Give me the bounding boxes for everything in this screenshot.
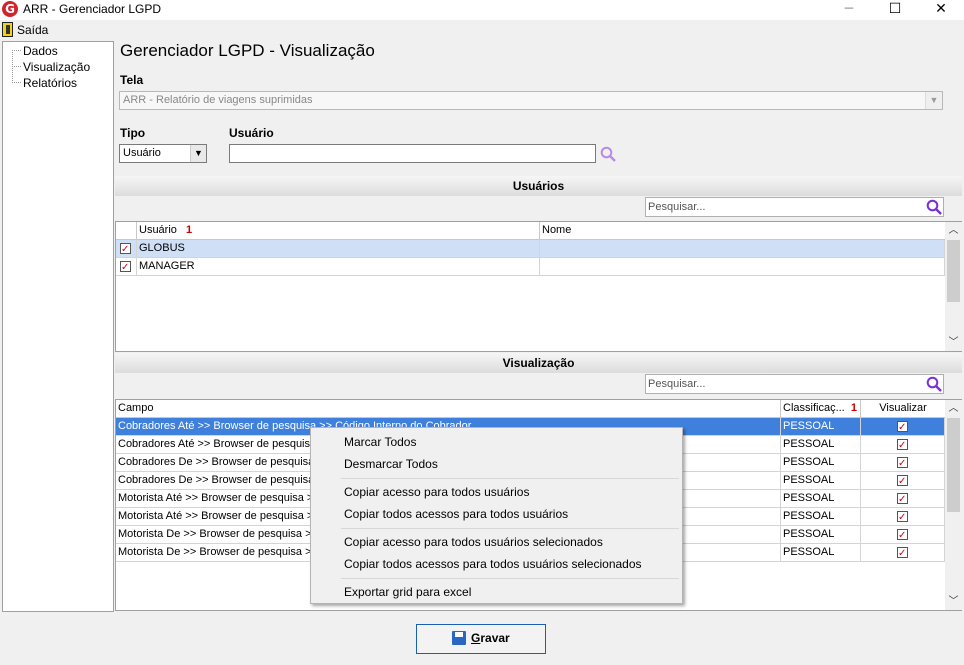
visualizacao-section-header: Visualização bbox=[115, 353, 962, 373]
scroll-thumb[interactable] bbox=[947, 240, 960, 302]
visualizar-checkbox[interactable] bbox=[897, 491, 908, 507]
column-header-visualizar[interactable]: Visualizar bbox=[861, 400, 945, 418]
visualizar-cell[interactable] bbox=[861, 454, 945, 472]
app-logo-icon: G bbox=[2, 1, 18, 17]
sort-indicator: 1 bbox=[185, 224, 193, 236]
close-button[interactable]: ✕ bbox=[918, 0, 964, 20]
classificacao-cell[interactable]: PESSOAL bbox=[781, 508, 861, 526]
column-header-label: Classificaç... bbox=[783, 402, 845, 414]
visualizar-checkbox[interactable] bbox=[897, 545, 908, 561]
visualizar-checkbox[interactable] bbox=[897, 473, 908, 489]
users-search-placeholder: Pesquisar... bbox=[648, 201, 706, 213]
users-search-input[interactable]: Pesquisar... bbox=[645, 197, 944, 217]
scroll-down-arrow-icon[interactable]: ﹀ bbox=[945, 593, 962, 610]
save-button-label: Gravar bbox=[471, 631, 510, 645]
usuario-cell[interactable]: MANAGER bbox=[137, 258, 540, 276]
menu-item-saida[interactable]: Saída bbox=[17, 23, 48, 37]
column-header-label: Usuário bbox=[139, 224, 177, 236]
menu-separator bbox=[341, 478, 679, 479]
nome-cell[interactable] bbox=[540, 240, 945, 258]
tela-label: Tela bbox=[120, 73, 144, 87]
users-grid: Usuário 1 Nome GLOBUS MANAGER ︿ ﹀ bbox=[115, 221, 962, 352]
classificacao-cell[interactable]: PESSOAL bbox=[781, 418, 861, 436]
classificacao-cell[interactable]: PESSOAL bbox=[781, 436, 861, 454]
tree-connector bbox=[12, 82, 21, 83]
menu-separator bbox=[341, 528, 679, 529]
search-icon[interactable] bbox=[600, 146, 616, 162]
visualizar-cell[interactable] bbox=[861, 490, 945, 508]
menu-item-desmarcar-todos[interactable]: Desmarcar Todos bbox=[344, 457, 438, 471]
scroll-up-arrow-icon[interactable]: ︿ bbox=[945, 222, 962, 239]
floppy-disk-icon bbox=[452, 631, 466, 645]
column-header-usuario[interactable]: Usuário 1 bbox=[137, 222, 540, 240]
column-header-classificacao[interactable]: Classificaç... 1 bbox=[781, 400, 861, 418]
visualizar-cell[interactable] bbox=[861, 526, 945, 544]
grid-header-check bbox=[116, 222, 137, 240]
column-header-campo[interactable]: Campo bbox=[116, 400, 781, 418]
navigation-tree: Dados Visualização Relatórios bbox=[2, 41, 114, 612]
classificacao-cell[interactable]: PESSOAL bbox=[781, 526, 861, 544]
tree-connector bbox=[12, 50, 21, 51]
maximize-button[interactable]: ☐ bbox=[872, 0, 918, 20]
nome-cell[interactable] bbox=[540, 258, 945, 276]
menu-bar bbox=[0, 20, 964, 40]
menu-item-copiar-todos-acessos-todos[interactable]: Copiar todos acessos para todos usuários bbox=[344, 507, 568, 521]
visualizar-cell[interactable] bbox=[861, 472, 945, 490]
visualizacao-search-input[interactable]: Pesquisar... bbox=[645, 374, 944, 394]
chevron-down-icon[interactable]: ▼ bbox=[925, 92, 942, 109]
tela-select-value: ARR - Relatório de viagens suprimidas bbox=[123, 94, 313, 106]
scroll-thumb[interactable] bbox=[947, 418, 960, 512]
minimize-button[interactable]: ─ bbox=[826, 0, 872, 20]
visualizacao-search-placeholder: Pesquisar... bbox=[648, 378, 706, 390]
window-title: ARR - Gerenciador LGPD bbox=[23, 2, 162, 16]
visualizar-checkbox[interactable] bbox=[897, 455, 908, 471]
column-header-nome[interactable]: Nome bbox=[540, 222, 945, 240]
tree-connector bbox=[12, 66, 21, 67]
visualizar-cell[interactable] bbox=[861, 544, 945, 562]
scroll-down-arrow-icon[interactable]: ﹀ bbox=[945, 334, 962, 351]
tree-item-dados[interactable]: Dados bbox=[23, 44, 58, 58]
visualizacao-vertical-scrollbar[interactable]: ︿ ﹀ bbox=[945, 400, 962, 610]
classificacao-cell[interactable]: PESSOAL bbox=[781, 544, 861, 562]
users-section-header: Usuários bbox=[115, 176, 962, 196]
users-vertical-scrollbar[interactable]: ︿ ﹀ bbox=[945, 222, 962, 351]
menu-separator bbox=[341, 578, 679, 579]
search-icon[interactable] bbox=[926, 376, 942, 392]
usuario-label: Usuário bbox=[229, 126, 274, 140]
row-checkbox[interactable] bbox=[120, 241, 131, 257]
visualizar-checkbox[interactable] bbox=[897, 419, 908, 435]
chevron-down-icon[interactable]: ▼ bbox=[190, 145, 206, 162]
save-label-rest: ravar bbox=[480, 631, 510, 645]
visualizar-checkbox[interactable] bbox=[897, 527, 908, 543]
tipo-label: Tipo bbox=[120, 126, 146, 140]
tipo-select-value: Usuário bbox=[123, 147, 161, 159]
sort-indicator: 1 bbox=[850, 402, 857, 414]
visualizar-checkbox[interactable] bbox=[897, 509, 908, 525]
tree-item-visualizacao[interactable]: Visualização bbox=[23, 60, 90, 74]
table-row[interactable] bbox=[116, 240, 137, 258]
row-checkbox[interactable] bbox=[120, 259, 131, 275]
menu-item-copiar-acesso-todos[interactable]: Copiar acesso para todos usuários bbox=[344, 485, 529, 499]
visualizar-cell[interactable] bbox=[861, 508, 945, 526]
tree-item-relatorios[interactable]: Relatórios bbox=[23, 76, 77, 90]
classificacao-cell[interactable]: PESSOAL bbox=[781, 490, 861, 508]
menu-item-exportar-excel[interactable]: Exportar grid para excel bbox=[344, 585, 471, 599]
visualizar-checkbox[interactable] bbox=[897, 437, 908, 453]
usuario-cell[interactable]: GLOBUS bbox=[137, 240, 540, 258]
save-label-mnemonic: G bbox=[471, 631, 481, 645]
visualizar-cell[interactable] bbox=[861, 418, 945, 436]
menu-item-marcar-todos[interactable]: Marcar Todos bbox=[344, 435, 416, 449]
classificacao-cell[interactable]: PESSOAL bbox=[781, 454, 861, 472]
scroll-up-arrow-icon[interactable]: ︿ bbox=[945, 400, 962, 417]
classificacao-cell[interactable]: PESSOAL bbox=[781, 472, 861, 490]
menu-item-copiar-todos-acessos-selecionados[interactable]: Copiar todos acessos para todos usuários… bbox=[344, 557, 642, 571]
usuario-input[interactable] bbox=[229, 144, 596, 163]
exit-door-icon[interactable] bbox=[2, 22, 13, 37]
page-title: Gerenciador LGPD - Visualização bbox=[120, 41, 375, 60]
search-icon[interactable] bbox=[926, 199, 942, 215]
table-row[interactable] bbox=[116, 258, 137, 276]
menu-item-copiar-acesso-selecionados[interactable]: Copiar acesso para todos usuários seleci… bbox=[344, 535, 603, 549]
visualizar-cell[interactable] bbox=[861, 436, 945, 454]
context-menu: Marcar Todos Desmarcar Todos Copiar aces… bbox=[310, 427, 683, 604]
